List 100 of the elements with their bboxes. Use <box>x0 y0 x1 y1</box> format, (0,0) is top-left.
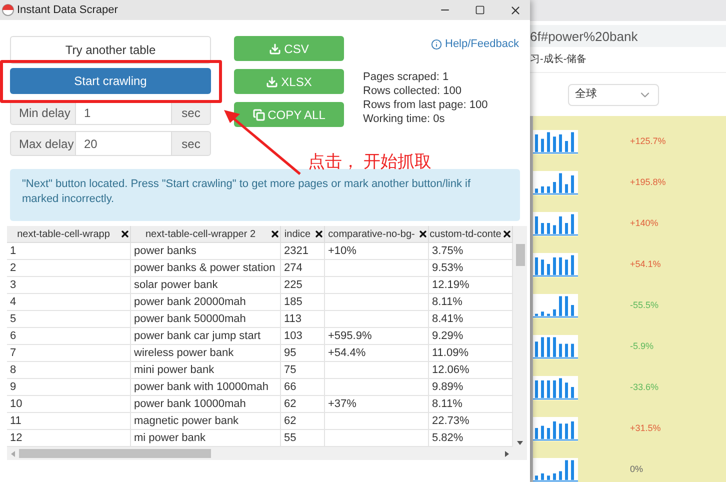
table-cell-text: +10% <box>328 244 356 259</box>
table-cell-text: 1 <box>10 244 16 259</box>
table-cell-text: 9.89% <box>432 380 464 395</box>
table-cell-text: 75 <box>284 362 296 378</box>
table-cell-text: 8.11% <box>432 396 462 412</box>
table-cell-text: +595.9% <box>328 328 372 344</box>
unit-label: sec <box>171 131 211 156</box>
remove-column-icon[interactable] <box>502 229 512 239</box>
table-cell-text: 11.09% <box>432 346 468 361</box>
copy-all-button[interactable]: COPY ALL <box>234 102 344 127</box>
close-icon[interactable] <box>509 4 522 16</box>
trend-change: -55.5% <box>630 299 659 312</box>
table-cell-text: 5.82% <box>432 430 464 446</box>
remove-column-icon[interactable] <box>314 229 324 239</box>
trend-change: +140% <box>630 217 658 230</box>
url-text: 6f#power%20bank <box>530 28 638 46</box>
table-cell-text: 7 <box>10 346 16 361</box>
table-cell-text: mini power bank <box>134 362 214 378</box>
start-crawling-button[interactable]: Start crawling <box>10 68 211 94</box>
table-cell-text: 12.19% <box>432 278 470 293</box>
column-header: next-table-cell-wrapper 2 <box>144 228 257 242</box>
table-cell-text: 11 <box>10 414 22 429</box>
download-icon <box>269 42 282 54</box>
table-cell-text: 22.73% <box>432 414 470 429</box>
annotation-text: 点击， 开始抓取 <box>308 151 432 173</box>
sparkline-drawing <box>533 458 578 482</box>
table-cell-text: power bank 20000mah <box>134 294 246 310</box>
table-cell-text: 12.06% <box>432 362 470 378</box>
table-cell-text: 66 <box>284 380 296 395</box>
table-cell-text: power banks & power station <box>134 260 276 276</box>
delay-field[interactable]: 20 <box>76 131 171 156</box>
table-cell-text: solar power bank <box>134 278 218 293</box>
table-cell-text: 2 <box>10 260 16 276</box>
stat-text: Pages scraped: 1 <box>363 70 450 84</box>
stat-text: Working time: 0s <box>363 112 446 126</box>
breadcrumb-text: 习-成长-储备 <box>530 52 587 68</box>
table-cell-text: 4 <box>10 294 16 310</box>
table-cell-text: 9.53% <box>432 260 464 276</box>
download-icon <box>266 76 278 88</box>
remove-column-icon[interactable] <box>270 229 280 239</box>
table-cell-text: 8.11% <box>432 294 462 310</box>
table-cell-text: magnetic power bank <box>134 414 239 429</box>
sparkline-drawing <box>533 253 578 277</box>
table-cell-text: 3.75% <box>432 244 464 259</box>
table-cell-text: +37% <box>328 396 356 412</box>
remove-column-icon[interactable] <box>120 229 130 239</box>
table-cell-text: wireless power bank <box>134 346 234 361</box>
sparkline-drawing <box>533 417 578 441</box>
table-cell-text: 8.41% <box>432 312 464 327</box>
table-cell-text: power bank with 10000mah <box>134 380 269 395</box>
copy-icon <box>252 108 265 120</box>
trend-change: +195.8% <box>630 176 666 190</box>
table-cell-text: 103 <box>284 328 302 344</box>
csv-button[interactable]: CSV <box>234 36 344 61</box>
app-logo-icon <box>2 4 14 16</box>
column-header: indice <box>283 228 312 242</box>
table-cell-text: 225 <box>284 278 302 293</box>
trend-change: -5.9% <box>630 340 654 354</box>
trend-change: +31.5% <box>630 422 661 436</box>
delay-label: Max delay <box>10 131 76 156</box>
trend-change: +125.7% <box>630 135 666 148</box>
table-cell-text: 2321 <box>284 244 308 259</box>
table-cell-text: 9.29% <box>432 328 464 344</box>
column-header: custom-td-conte <box>429 228 502 242</box>
sparkline-drawing <box>533 335 578 359</box>
trend-change: +54.1% <box>630 258 661 272</box>
info-icon <box>431 38 442 50</box>
sparkline-drawing <box>533 294 578 318</box>
table-cell-text: 185 <box>284 294 302 310</box>
trend-change: 0% <box>630 463 644 476</box>
remove-column-icon[interactable] <box>418 229 428 239</box>
help-feedback-link[interactable]: Help/Feedback <box>431 36 519 52</box>
table-cell-text: 95 <box>284 346 296 361</box>
xlsx-button[interactable]: XLSX <box>234 69 344 94</box>
window-title: Instant Data Scraper <box>17 2 118 18</box>
table-cell-text: power bank 10000mah <box>134 396 246 412</box>
table-cell-text: 5 <box>10 312 16 327</box>
sparkline-drawing <box>533 376 578 400</box>
table-cell-text: mi power bank <box>134 430 206 446</box>
table-cell-text: 3 <box>10 278 16 293</box>
maximize-icon[interactable] <box>475 5 485 15</box>
stat-text: Rows collected: 100 <box>363 84 462 98</box>
table-cell-text: 55 <box>284 430 296 446</box>
table-cell-text: 62 <box>284 414 296 429</box>
table-cell-text: 8 <box>10 362 16 378</box>
trend-change: -33.6% <box>630 381 659 394</box>
region-dropdown[interactable]: 全球 <box>568 84 659 106</box>
table-cell-text: 12 <box>10 430 22 446</box>
sparkline-drawing <box>533 212 578 236</box>
table-cell-text: 6 <box>10 328 16 344</box>
sparkline-drawing <box>533 130 578 154</box>
table-cell-text: 9 <box>10 380 16 395</box>
table-cell-text: 274 <box>284 260 302 276</box>
table-cell-text: power bank 50000mah <box>134 312 246 327</box>
table-cell-text: power bank car jump start <box>134 328 261 344</box>
table-cell-text: power banks <box>134 244 196 259</box>
stat-text: Rows from last page: 100 <box>363 98 489 112</box>
column-header: comparative-no-bg- <box>327 228 416 242</box>
table-cell-text: 10 <box>10 396 22 412</box>
info-message: "Next" button located. Press "Start crawling" to get more pages or mark another button/link if marked incorrectly. <box>22 177 472 207</box>
